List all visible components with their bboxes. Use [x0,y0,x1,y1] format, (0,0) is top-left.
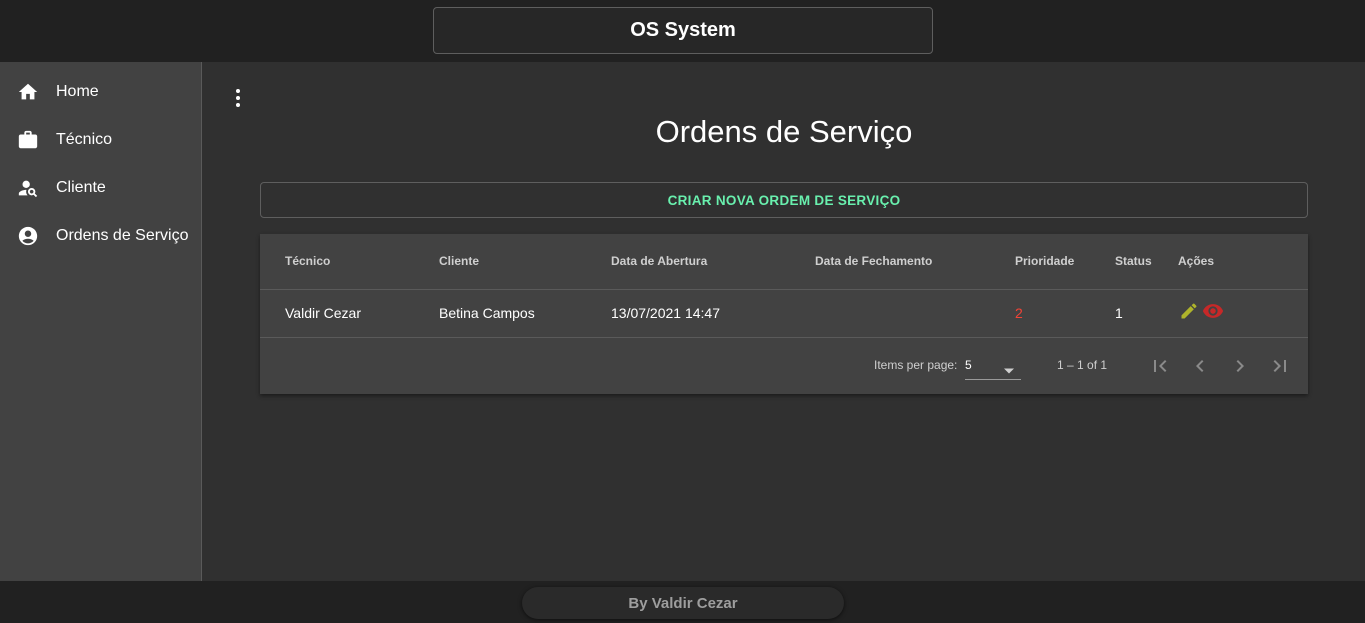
briefcase-icon [17,129,39,151]
items-per-page-value: 5 [965,358,972,372]
home-icon [17,81,39,103]
account-circle-icon [17,225,39,247]
row-divider [260,289,1308,290]
previous-page-icon[interactable] [1186,352,1214,380]
paginator: Items per page: 5 1 – 1 of 1 [260,338,1308,394]
edit-icon[interactable] [1178,300,1200,322]
column-header-status[interactable]: Status [1115,254,1152,268]
sidebar-item-cliente[interactable]: Cliente [0,167,201,211]
sidebar-item-home[interactable]: Home [0,71,201,115]
next-page-icon[interactable] [1226,352,1254,380]
sidebar-item-ordens-de-servico[interactable]: Ordens de Serviço [0,215,201,259]
more-vert-icon[interactable] [226,86,250,110]
range-label: 1 – 1 of 1 [1057,358,1108,372]
column-header-tecnico[interactable]: Técnico [285,254,330,268]
column-header-data-abertura[interactable]: Data de Abertura [611,254,707,268]
sidebar-item-label: Ordens de Serviço [56,227,189,244]
footer: By Valdir Cezar [0,581,1365,623]
app-title: OS System [433,7,933,54]
person-search-icon [17,177,39,199]
orders-table: Técnico Cliente Data de Abertura Data de… [260,234,1308,394]
sidebar-item-label: Home [56,83,99,100]
cell-data-abertura: 13/07/2021 14:47 [611,305,720,321]
first-page-icon[interactable] [1146,352,1174,380]
column-header-acoes: Ações [1178,254,1215,268]
cell-tecnico: Valdir Cezar [285,305,361,321]
column-header-data-fechamento[interactable]: Data de Fechamento [815,254,932,268]
sidebar-nav: Home Técnico Cliente Ordens de Serviço [0,62,202,581]
top-toolbar: OS System [0,0,1365,62]
sidebar-item-label: Cliente [56,179,106,196]
sidebar-item-tecnico[interactable]: Técnico [0,119,201,163]
items-per-page-label: Items per page: [874,358,958,372]
column-header-cliente[interactable]: Cliente [439,254,479,268]
view-icon[interactable] [1202,300,1224,322]
row-actions [1178,300,1224,322]
column-header-prioridade[interactable]: Prioridade [1015,254,1074,268]
last-page-icon[interactable] [1266,352,1294,380]
create-order-button[interactable]: CRIAR NOVA ORDEM DE SERVIÇO [260,182,1308,218]
dropdown-arrow-icon [1003,362,1015,380]
cell-prioridade: 2 [1015,305,1023,321]
items-per-page-select[interactable]: 5 [965,354,1021,380]
cell-status: 1 [1115,305,1123,321]
footer-credit: By Valdir Cezar [522,587,844,619]
sidebar-item-label: Técnico [56,131,113,148]
cell-cliente: Betina Campos [439,305,535,321]
page-title: Ordens de Serviço [655,114,913,149]
